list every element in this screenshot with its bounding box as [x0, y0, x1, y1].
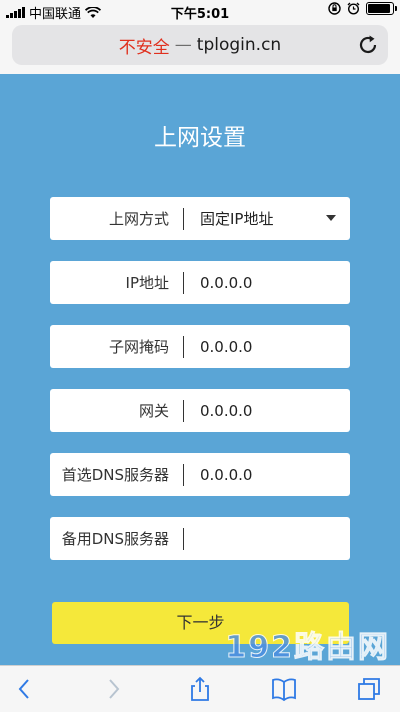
chevron-down-icon[interactable]	[326, 215, 336, 221]
address-separator: —	[174, 35, 192, 55]
subnet-mask-input[interactable]: 0.0.0.0	[184, 338, 350, 356]
reload-icon[interactable]	[356, 33, 380, 57]
field-label: 首选DNS服务器	[61, 466, 169, 484]
field-divider	[183, 527, 184, 550]
gateway-input[interactable]: 0.0.0.0	[184, 402, 350, 420]
secondary-dns-row: 备用DNS服务器	[50, 517, 350, 560]
field-label: IP地址	[125, 274, 169, 292]
address-host: tplogin.cn	[196, 35, 282, 55]
watermark-logo: 192路由网	[225, 630, 390, 666]
primary-dns-row: 首选DNS服务器 0.0.0.0	[50, 453, 350, 496]
primary-dns-input[interactable]: 0.0.0.0	[184, 466, 350, 484]
gateway-row: 网关 0.0.0.0	[50, 389, 350, 432]
alarm-icon	[347, 2, 360, 15]
ip-address-input[interactable]: 0.0.0.0	[184, 274, 350, 292]
share-icon[interactable]	[187, 676, 213, 702]
insecure-warning: 不安全	[118, 37, 170, 58]
field-label: 上网方式	[108, 210, 169, 228]
back-icon[interactable]	[12, 676, 38, 702]
field-label: 子网掩码	[108, 338, 169, 356]
battery-level	[368, 4, 390, 13]
page-title: 上网设置	[154, 125, 246, 151]
bookmarks-icon[interactable]	[271, 676, 297, 702]
orientation-lock-icon	[328, 2, 341, 15]
field-label: 备用DNS服务器	[61, 530, 169, 548]
browser-toolbar	[0, 665, 400, 712]
field-label: 网关	[138, 402, 169, 420]
status-bar: 中国联通 下午5:01	[0, 0, 400, 22]
ip-address-row: IP地址 0.0.0.0	[50, 261, 350, 304]
address-bar[interactable]: 不安全 — tplogin.cn	[12, 25, 388, 65]
browser-address-area: 不安全 — tplogin.cn	[0, 22, 400, 74]
forward-icon[interactable]	[100, 676, 126, 702]
battery-icon	[366, 2, 397, 15]
tabs-icon[interactable]	[356, 676, 382, 702]
status-right	[328, 2, 397, 15]
connection-type-select[interactable]: 上网方式 固定IP地址	[50, 197, 350, 240]
subnet-mask-row: 子网掩码 0.0.0.0	[50, 325, 350, 368]
